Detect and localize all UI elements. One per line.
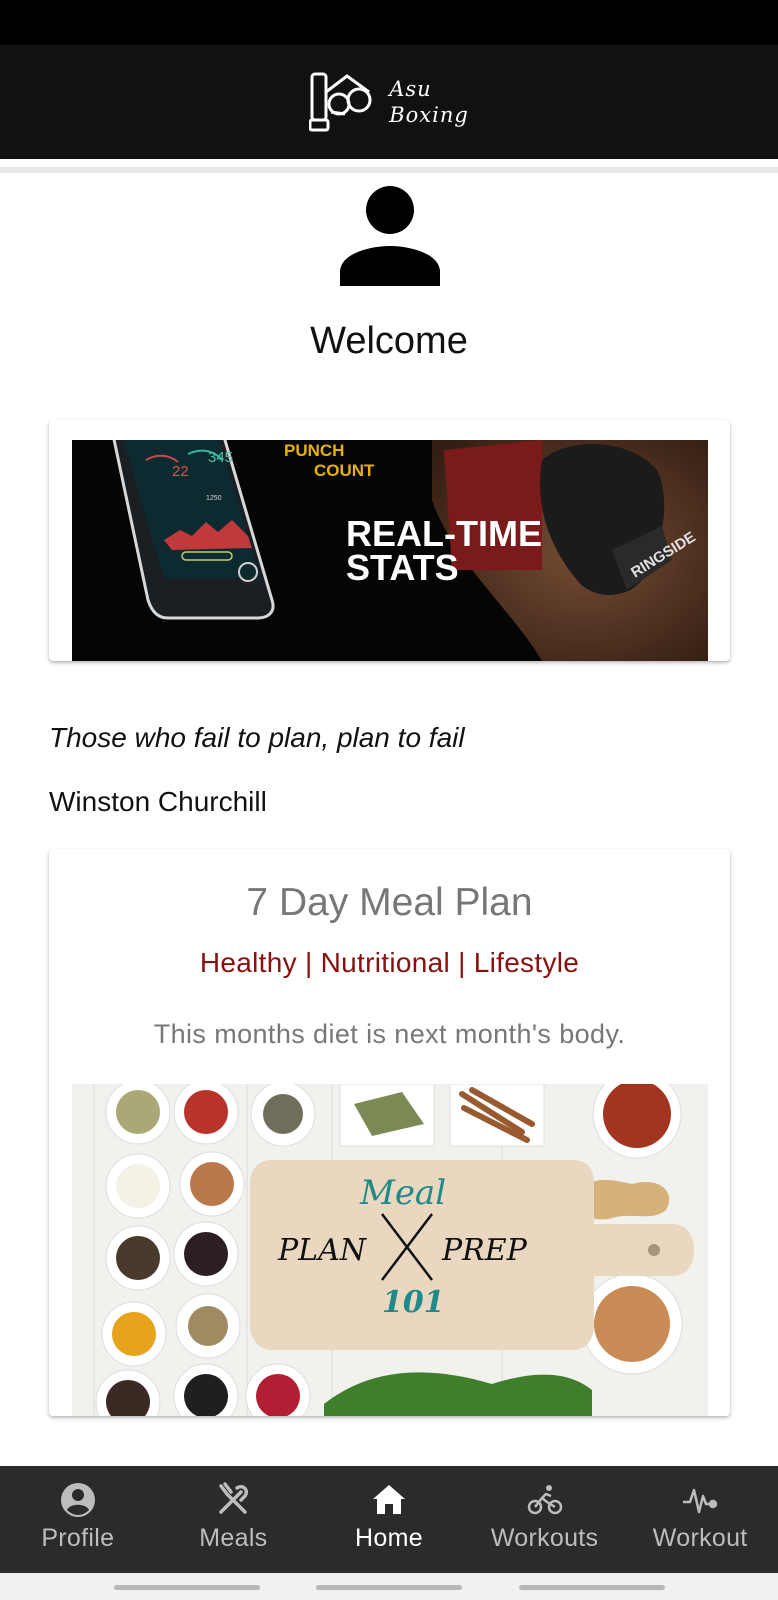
nav-item-meals[interactable]: Meals bbox=[156, 1466, 312, 1573]
boxing-gloves-icon bbox=[309, 72, 372, 132]
nav-item-home[interactable]: Home bbox=[311, 1466, 467, 1573]
quote-text: Those who fail to plan, plan to fail bbox=[49, 722, 465, 753]
header-gap bbox=[0, 159, 778, 167]
meal-prep-art: Meal PLAN PREP 101 bbox=[72, 1084, 708, 1416]
logo-text-line2: Boxing bbox=[389, 103, 469, 127]
image-word-101: 101 bbox=[382, 1285, 445, 1320]
image-word-meal: Meal bbox=[359, 1173, 446, 1213]
meal-prep-image: Meal PLAN PREP 101 bbox=[72, 1084, 708, 1416]
real-time-stats-banner: 22 345 1250 RINGSIDE PUNCH COUNT REAL-TI… bbox=[72, 440, 708, 661]
system-gesture-area bbox=[0, 1573, 778, 1600]
home-icon bbox=[371, 1482, 407, 1518]
meal-plan-subtitle: Healthy | Nutritional | Lifestyle bbox=[199, 947, 580, 978]
app-logo: Asu Boxing bbox=[309, 70, 469, 134]
meal-plan-tagline: This months diet is next month's body. bbox=[153, 1019, 626, 1049]
logo-text-line1: Asu bbox=[389, 77, 432, 101]
stats-headline-line2: STATS bbox=[346, 547, 459, 588]
phone-value-1: 22 bbox=[172, 463, 189, 480]
bike-icon bbox=[527, 1482, 563, 1518]
pulse-icon bbox=[682, 1482, 718, 1518]
nav-label-home: Home bbox=[355, 1524, 423, 1552]
nav-label-workout: Workout bbox=[652, 1524, 748, 1552]
bottom-navigation: Profile Meals Home Workouts Workout bbox=[0, 1466, 778, 1573]
app-header: Asu Boxing bbox=[0, 45, 778, 159]
nav-label-profile: Profile bbox=[41, 1524, 115, 1552]
image-word-plan: PLAN bbox=[277, 1233, 368, 1268]
phone-value-3: 1250 bbox=[206, 495, 222, 502]
gesture-handle-center[interactable] bbox=[316, 1585, 462, 1590]
punch-label: PUNCH bbox=[284, 441, 344, 460]
image-word-prep: PREP bbox=[441, 1233, 528, 1268]
stats-banner-art: 22 345 1250 RINGSIDE PUNCH COUNT REAL-TI… bbox=[72, 440, 708, 661]
meal-plan-card[interactable]: 7 Day Meal Plan Healthy | Nutritional | … bbox=[49, 849, 730, 1416]
phone-value-2: 345 bbox=[208, 449, 233, 466]
header-divider bbox=[0, 167, 778, 173]
person-avatar-icon bbox=[340, 186, 440, 286]
welcome-heading: Welcome bbox=[310, 320, 468, 362]
real-time-stats-card[interactable]: 22 345 1250 RINGSIDE PUNCH COUNT REAL-TI… bbox=[49, 420, 730, 661]
account-circle-icon bbox=[60, 1482, 96, 1518]
nav-item-workout[interactable]: Workout bbox=[622, 1466, 778, 1573]
nav-item-profile[interactable]: Profile bbox=[0, 1466, 156, 1573]
quote-author: Winston Churchill bbox=[49, 786, 267, 817]
count-label: COUNT bbox=[314, 461, 375, 480]
nav-label-meals: Meals bbox=[199, 1524, 268, 1552]
status-bar bbox=[0, 0, 778, 45]
nav-item-workouts[interactable]: Workouts bbox=[467, 1466, 623, 1573]
utensils-icon bbox=[215, 1482, 251, 1518]
gesture-handle-right[interactable] bbox=[519, 1585, 665, 1590]
meal-plan-title: 7 Day Meal Plan bbox=[246, 881, 533, 924]
nav-label-workouts: Workouts bbox=[490, 1524, 599, 1552]
gesture-handle-left[interactable] bbox=[114, 1585, 260, 1590]
